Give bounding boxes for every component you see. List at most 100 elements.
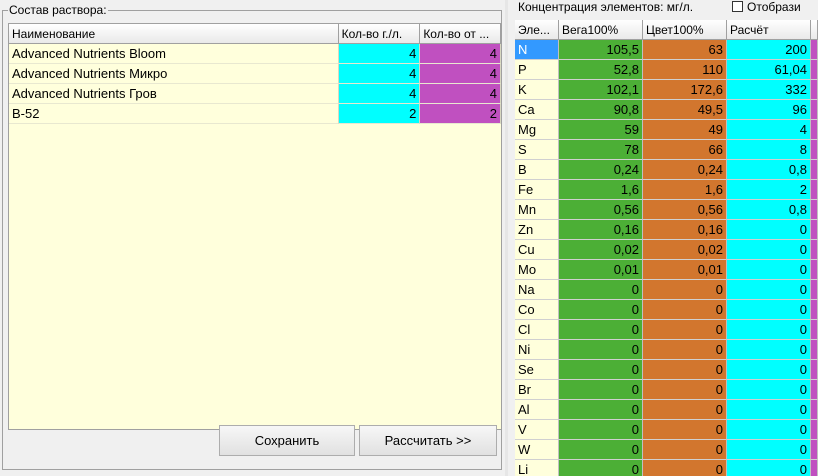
extra-column-cell[interactable]	[811, 200, 818, 220]
table-row[interactable]: Mn 0,56 0,56 0,8	[515, 200, 818, 220]
extra-column-cell[interactable]	[811, 440, 818, 460]
extra-column-cell[interactable]	[811, 100, 818, 120]
element-symbol[interactable]: P	[515, 60, 559, 80]
flower-value[interactable]: 0	[643, 440, 727, 460]
calculation-value[interactable]: 8	[727, 140, 811, 160]
qty-gl-cell[interactable]: 2	[338, 104, 421, 124]
extra-column-cell[interactable]	[811, 320, 818, 340]
extra-column-cell[interactable]	[811, 240, 818, 260]
vega-value[interactable]: 52,8	[559, 60, 643, 80]
column-header-extra[interactable]	[811, 20, 818, 40]
element-symbol[interactable]: S	[515, 140, 559, 160]
table-row[interactable]: Br 0 0 0	[515, 380, 818, 400]
table-row[interactable]: Ca 90,8 49,5 96	[515, 100, 818, 120]
flower-value[interactable]: 110	[643, 60, 727, 80]
table-row[interactable]: Advanced Nutrients Bloom 4 4	[9, 44, 501, 64]
calculation-value[interactable]: 0	[727, 400, 811, 420]
flower-value[interactable]: 0	[643, 300, 727, 320]
qty-from-cell[interactable]: 4	[420, 84, 501, 104]
table-row[interactable]: Cl 0 0 0	[515, 320, 818, 340]
element-symbol[interactable]: V	[515, 420, 559, 440]
qty-gl-cell[interactable]: 4	[338, 64, 421, 84]
calculation-value[interactable]: 0	[727, 340, 811, 360]
flower-value[interactable]: 0	[643, 420, 727, 440]
display-checkbox[interactable]	[732, 1, 743, 12]
extra-column-cell[interactable]	[811, 180, 818, 200]
solution-composition-grid[interactable]: Наименование Кол-во г./л. Кол-во от ... …	[8, 23, 502, 430]
vega-value[interactable]: 0	[559, 440, 643, 460]
flower-value[interactable]: 0	[643, 400, 727, 420]
element-symbol[interactable]: Co	[515, 300, 559, 320]
nutrient-name[interactable]: Advanced Nutrients Гров	[9, 84, 339, 104]
calculation-value[interactable]: 0	[727, 280, 811, 300]
table-row[interactable]: N 105,5 63 200	[515, 40, 818, 60]
flower-value[interactable]: 0	[643, 460, 727, 476]
table-row[interactable]: Advanced Nutrients Микро 4 4	[9, 64, 501, 84]
panel-splitter[interactable]	[505, 0, 508, 476]
element-symbol[interactable]: Cl	[515, 320, 559, 340]
vega-value[interactable]: 0	[559, 460, 643, 476]
calculation-value[interactable]: 200	[727, 40, 811, 60]
vega-value[interactable]: 0	[559, 420, 643, 440]
element-symbol[interactable]: Li	[515, 460, 559, 476]
vega-value[interactable]: 1,6	[559, 180, 643, 200]
vega-value[interactable]: 102,1	[559, 80, 643, 100]
column-header-flower[interactable]: Цвет100%	[643, 20, 727, 40]
extra-column-cell[interactable]	[811, 120, 818, 140]
table-row[interactable]: Mo 0,01 0,01 0	[515, 260, 818, 280]
extra-column-cell[interactable]	[811, 420, 818, 440]
calculation-value[interactable]: 0	[727, 420, 811, 440]
qty-from-cell[interactable]: 2	[420, 104, 501, 124]
table-row[interactable]: P 52,8 110 61,04	[515, 60, 818, 80]
table-row[interactable]: S 78 66 8	[515, 140, 818, 160]
element-symbol[interactable]: Br	[515, 380, 559, 400]
table-row[interactable]: Cu 0,02 0,02 0	[515, 240, 818, 260]
table-row[interactable]: V000	[515, 420, 818, 440]
extra-column-cell[interactable]	[811, 140, 818, 160]
vega-value[interactable]: 0	[559, 340, 643, 360]
vega-value[interactable]: 0,16	[559, 220, 643, 240]
calculation-value[interactable]: 0	[727, 380, 811, 400]
element-symbol[interactable]: Fe	[515, 180, 559, 200]
calculation-value[interactable]: 0	[727, 320, 811, 340]
qty-gl-cell[interactable]: 4	[338, 44, 421, 64]
column-header-qty-from[interactable]: Кол-во от ...	[420, 24, 501, 44]
extra-column-cell[interactable]	[811, 220, 818, 240]
table-row[interactable]: Al 0 0 0	[515, 400, 818, 420]
qty-from-cell[interactable]: 4	[420, 64, 501, 84]
flower-value[interactable]: 1,6	[643, 180, 727, 200]
nutrient-name[interactable]: Advanced Nutrients Bloom	[9, 44, 339, 64]
vega-value[interactable]: 78	[559, 140, 643, 160]
nutrient-name[interactable]: B-52	[9, 104, 339, 124]
element-symbol[interactable]: W	[515, 440, 559, 460]
calculation-value[interactable]: 0	[727, 440, 811, 460]
vega-value[interactable]: 0,02	[559, 240, 643, 260]
extra-column-cell[interactable]	[811, 340, 818, 360]
table-row[interactable]: Ni 0 0 0	[515, 340, 818, 360]
flower-value[interactable]: 0	[643, 360, 727, 380]
extra-column-cell[interactable]	[811, 160, 818, 180]
flower-value[interactable]: 0,16	[643, 220, 727, 240]
element-symbol[interactable]: B	[515, 160, 559, 180]
extra-column-cell[interactable]	[811, 360, 818, 380]
flower-value[interactable]: 49,5	[643, 100, 727, 120]
extra-column-cell[interactable]	[811, 460, 818, 476]
calculation-value[interactable]: 0	[727, 460, 811, 476]
table-row[interactable]: B-52 2 2	[9, 104, 501, 124]
element-symbol[interactable]: N	[515, 40, 559, 60]
qty-gl-cell[interactable]: 4	[338, 84, 421, 104]
flower-value[interactable]: 0,56	[643, 200, 727, 220]
table-row[interactable]: K 102,1 172,6 332	[515, 80, 818, 100]
flower-value[interactable]: 172,6	[643, 80, 727, 100]
vega-value[interactable]: 105,5	[559, 40, 643, 60]
vega-value[interactable]: 0	[559, 360, 643, 380]
calculate-button[interactable]: Рассчитать >>	[359, 425, 497, 456]
calculation-value[interactable]: 96	[727, 100, 811, 120]
table-row[interactable]: Advanced Nutrients Гров 4 4	[9, 84, 501, 104]
element-symbol[interactable]: Mg	[515, 120, 559, 140]
nutrient-name[interactable]: Advanced Nutrients Микро	[9, 64, 339, 84]
calculation-value[interactable]: 0	[727, 240, 811, 260]
extra-column-cell[interactable]	[811, 280, 818, 300]
extra-column-cell[interactable]	[811, 380, 818, 400]
flower-value[interactable]: 0,01	[643, 260, 727, 280]
